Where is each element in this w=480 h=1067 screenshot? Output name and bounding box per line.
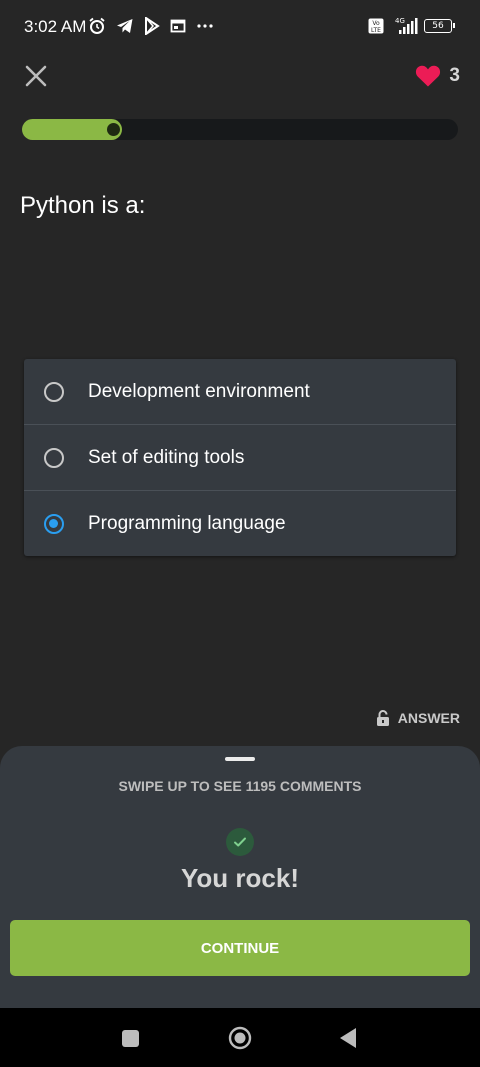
- radio-button-selected[interactable]: [44, 513, 64, 534]
- close-button[interactable]: [22, 62, 50, 90]
- answer-button[interactable]: ANSWER: [376, 710, 460, 726]
- continue-button[interactable]: CONTINUE: [10, 920, 470, 976]
- lesson-progress-bar: [22, 119, 458, 140]
- option-editing-tools[interactable]: Set of editing tools: [24, 425, 456, 491]
- question-text: Python is a:: [20, 192, 146, 219]
- recents-icon[interactable]: [122, 1030, 139, 1047]
- lives-counter[interactable]: 3: [415, 64, 460, 88]
- volte-icon: Vo LTE: [368, 18, 384, 34]
- lives-count: 3: [449, 65, 460, 86]
- telegram-icon: [117, 19, 133, 33]
- checkmark-icon: [234, 837, 246, 847]
- back-icon[interactable]: [339, 1027, 357, 1049]
- status-right-icons: Vo LTE 4G 56: [368, 17, 455, 35]
- svg-text:LTE: LTE: [371, 27, 381, 34]
- answer-options: Development environment Set of editing t…: [24, 359, 456, 556]
- signal-icon: 4G: [395, 17, 418, 34]
- sheet-drag-handle[interactable]: [225, 757, 255, 761]
- status-bar: 3:02 AM Vo LTE 4G 56: [0, 0, 480, 52]
- home-icon[interactable]: [228, 1026, 252, 1050]
- status-time: 3:02 AM: [24, 17, 87, 36]
- heart-icon: [416, 65, 441, 87]
- answer-label: ANSWER: [397, 710, 460, 726]
- system-nav-bar: [0, 1008, 480, 1067]
- battery-icon: 56: [424, 19, 455, 33]
- option-label: Programming language: [88, 512, 286, 534]
- option-label: Set of editing tools: [88, 446, 245, 468]
- result-title: You rock!: [181, 863, 299, 893]
- option-development-environment[interactable]: Development environment: [24, 359, 456, 425]
- more-dots-icon: [197, 24, 213, 28]
- option-label: Development environment: [88, 380, 310, 402]
- network-label: 4G: [395, 17, 405, 25]
- success-check-icon: [226, 828, 254, 856]
- play-store-icon: [145, 17, 160, 35]
- radio-button[interactable]: [44, 381, 64, 402]
- alarm-icon: [89, 17, 105, 34]
- lock-icon: [376, 710, 389, 726]
- svg-text:Vo: Vo: [372, 20, 380, 27]
- swipe-comments-text[interactable]: SWIPE UP TO SEE 1195 COMMENTS: [0, 778, 480, 794]
- close-icon: [25, 65, 47, 87]
- radio-button[interactable]: [44, 447, 64, 468]
- status-left-icons: [88, 17, 214, 35]
- window-icon: [170, 19, 186, 33]
- battery-level: 56: [432, 21, 444, 31]
- result-sheet[interactable]: SWIPE UP TO SEE 1195 COMMENTS You rock! …: [0, 746, 480, 1008]
- option-programming-language[interactable]: Programming language: [24, 491, 456, 556]
